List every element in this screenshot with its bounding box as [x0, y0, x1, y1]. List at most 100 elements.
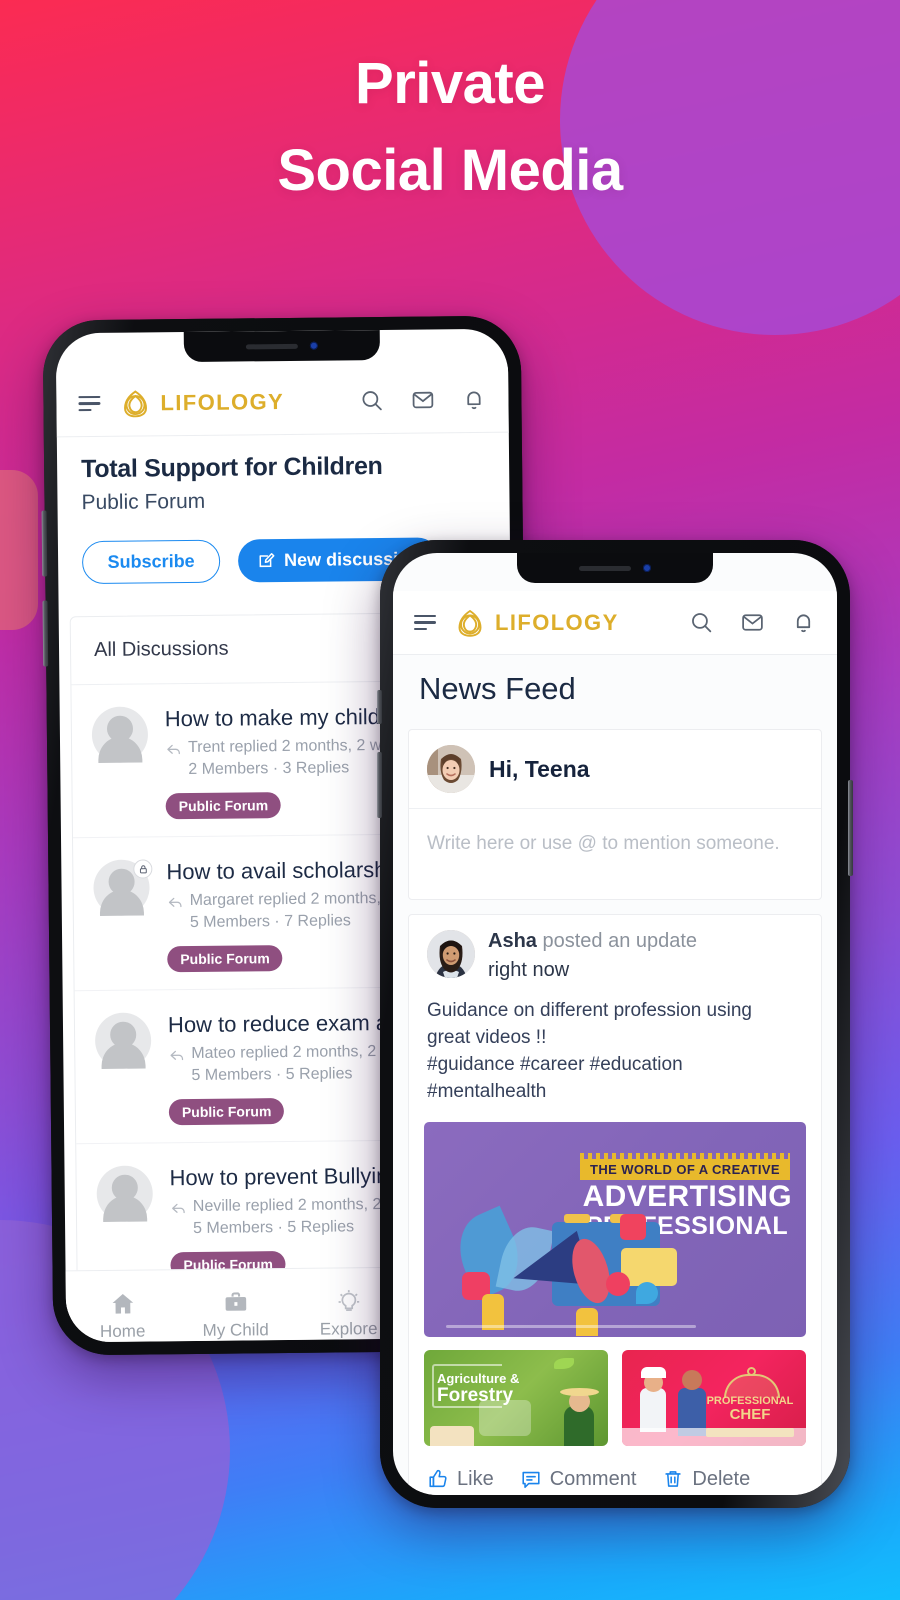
triquetra-logo-icon [458, 609, 482, 637]
ad-screen-stand [564, 1213, 590, 1223]
chef-dome-knob [747, 1366, 756, 1376]
post-action-bar: Like Comment Delete [409, 1446, 821, 1495]
brand-logo: LIFOLOGY [452, 605, 619, 641]
greeting-text: Hi, Teena [489, 755, 590, 782]
chef-counter [622, 1427, 806, 1446]
hero-line-1: Private [355, 51, 545, 116]
post-body-hashtags: #guidance #career #education #mentalheal… [427, 1053, 683, 1102]
search-icon[interactable] [689, 610, 714, 635]
brand-logo: LIFOLOGY [117, 384, 284, 422]
avatar [96, 1165, 154, 1223]
avatar [427, 930, 475, 978]
forum-title: Total Support for Children [81, 451, 383, 484]
post-body: Guidance on different profession using g… [409, 982, 821, 1106]
post-body-line-1: Guidance on different profession using [427, 1000, 752, 1021]
comment-button[interactable]: Comment [520, 1467, 637, 1491]
greeting-row: Hi, Teena [409, 730, 821, 809]
avatar-photo-asha [427, 930, 475, 978]
search-icon[interactable] [359, 388, 384, 413]
post-body-line-2: great videos !! [427, 1026, 547, 1048]
inbox-icon[interactable] [740, 610, 765, 635]
avatar-photo-teena [427, 745, 475, 793]
front-phone-screen: LIFOLOGY News Feed Hi, Teena Write here … [393, 553, 837, 1495]
status-badge: Public Forum [167, 945, 283, 973]
post-meta: Asha posted an update right now [488, 930, 697, 982]
front-phone-volume-up [377, 752, 382, 818]
back-header-icons [359, 387, 486, 413]
thumbnail-agriculture[interactable]: Agriculture & Forestry [424, 1349, 608, 1446]
thumbnail-farmer-figure [564, 1405, 594, 1446]
like-button[interactable]: Like [427, 1468, 494, 1491]
promo-screenshot: Private Social Media LIFOLOGY Total Supp… [0, 0, 900, 1600]
ad-headline: ADVERTISING [582, 1179, 792, 1213]
tab-label: Home [99, 1321, 146, 1341]
thumbnail-chef[interactable]: PROFESSIONAL CHEF [622, 1349, 806, 1446]
bell-icon[interactable] [791, 610, 816, 635]
reply-arrow-icon [172, 1203, 185, 1214]
like-label: Like [457, 1467, 494, 1490]
ad-icon-mail [620, 1213, 646, 1240]
hero-line-2: Social Media [277, 138, 623, 203]
avatar [427, 745, 475, 793]
post-image-thumbnails: Agriculture & Forestry PROFESSIONAL CHEF [424, 1349, 806, 1446]
chef-hat-left [641, 1366, 666, 1378]
reply-arrow-icon [167, 744, 180, 755]
post-composer-input[interactable]: Write here or use @ to mention someone. [409, 809, 821, 899]
chef-badge-text: PROFESSIONAL CHEF [700, 1394, 800, 1423]
status-badge: Public Forum [168, 1098, 285, 1126]
briefcase-icon [225, 1292, 246, 1311]
front-app-header: LIFOLOGY [393, 591, 837, 655]
avatar [94, 1012, 152, 1070]
composer-card: Hi, Teena Write here or use @ to mention… [408, 729, 822, 900]
decorative-blob-left [0, 470, 38, 630]
lightbulb-icon [338, 1290, 359, 1311]
front-phone-power-button [848, 780, 853, 876]
post-timestamp: right now [488, 959, 570, 981]
inbox-icon[interactable] [410, 387, 435, 412]
tab-my-child[interactable]: My Child [179, 1289, 293, 1341]
status-badge: Public Forum [165, 792, 282, 820]
reply-arrow-icon [170, 1050, 184, 1061]
front-phone-notch [517, 553, 713, 583]
page-title: News Feed [419, 671, 576, 706]
front-phone-mockup: LIFOLOGY News Feed Hi, Teena Write here … [377, 540, 853, 1508]
forum-heading-block: Total Support for Children Public Forum [57, 433, 510, 516]
ad-icon-pin [636, 1281, 658, 1304]
post-header: Asha posted an update right now [409, 915, 821, 982]
triquetra-logo-icon [124, 389, 147, 417]
post-author[interactable]: Asha [488, 930, 537, 952]
post-author-line: Asha posted an update [488, 930, 697, 953]
trash-icon [665, 1471, 682, 1488]
back-app-header: LIFOLOGY [56, 366, 509, 438]
hamburger-icon[interactable] [78, 395, 101, 412]
thumbnail-farmer-hat [560, 1387, 599, 1396]
front-camera [309, 341, 318, 350]
hero-title: Private Social Media [0, 40, 900, 214]
thumbnail-house [430, 1425, 474, 1446]
thumbnail-leaf [554, 1357, 574, 1369]
front-phone-mute-switch [377, 690, 382, 724]
back-phone-notch [183, 330, 381, 363]
hamburger-icon[interactable] [414, 614, 436, 631]
comment-label: Comment [549, 1467, 637, 1490]
brand-name: LIFOLOGY [495, 609, 619, 635]
avatar [93, 859, 153, 917]
ad-ribbon-text: THE WORLD OF A CREATIVE [580, 1152, 790, 1180]
tab-home[interactable]: Home [66, 1290, 180, 1342]
back-phone-volume-buttons-2 [42, 600, 49, 667]
ad-baseline [446, 1324, 696, 1328]
post-image-advertising[interactable]: THE WORLD OF A CREATIVE ADVERTISING PROF… [424, 1121, 806, 1337]
reply-arrow-icon [168, 897, 182, 908]
chef-figure-left [640, 1387, 666, 1432]
tab-label: My Child [202, 1320, 269, 1340]
ad-person-figure-2 [576, 1307, 598, 1336]
chef-label-line-1: PROFESSIONAL [706, 1394, 794, 1407]
thumbnail-chart-panel [479, 1399, 531, 1436]
subscribe-button[interactable]: Subscribe [81, 539, 221, 585]
earpiece-speaker [579, 565, 631, 571]
earpiece-speaker [245, 343, 298, 349]
bell-icon[interactable] [461, 387, 486, 412]
thumbs-up-icon [429, 1470, 447, 1488]
delete-button[interactable]: Delete [662, 1468, 750, 1491]
subscribe-label: Subscribe [107, 550, 195, 572]
